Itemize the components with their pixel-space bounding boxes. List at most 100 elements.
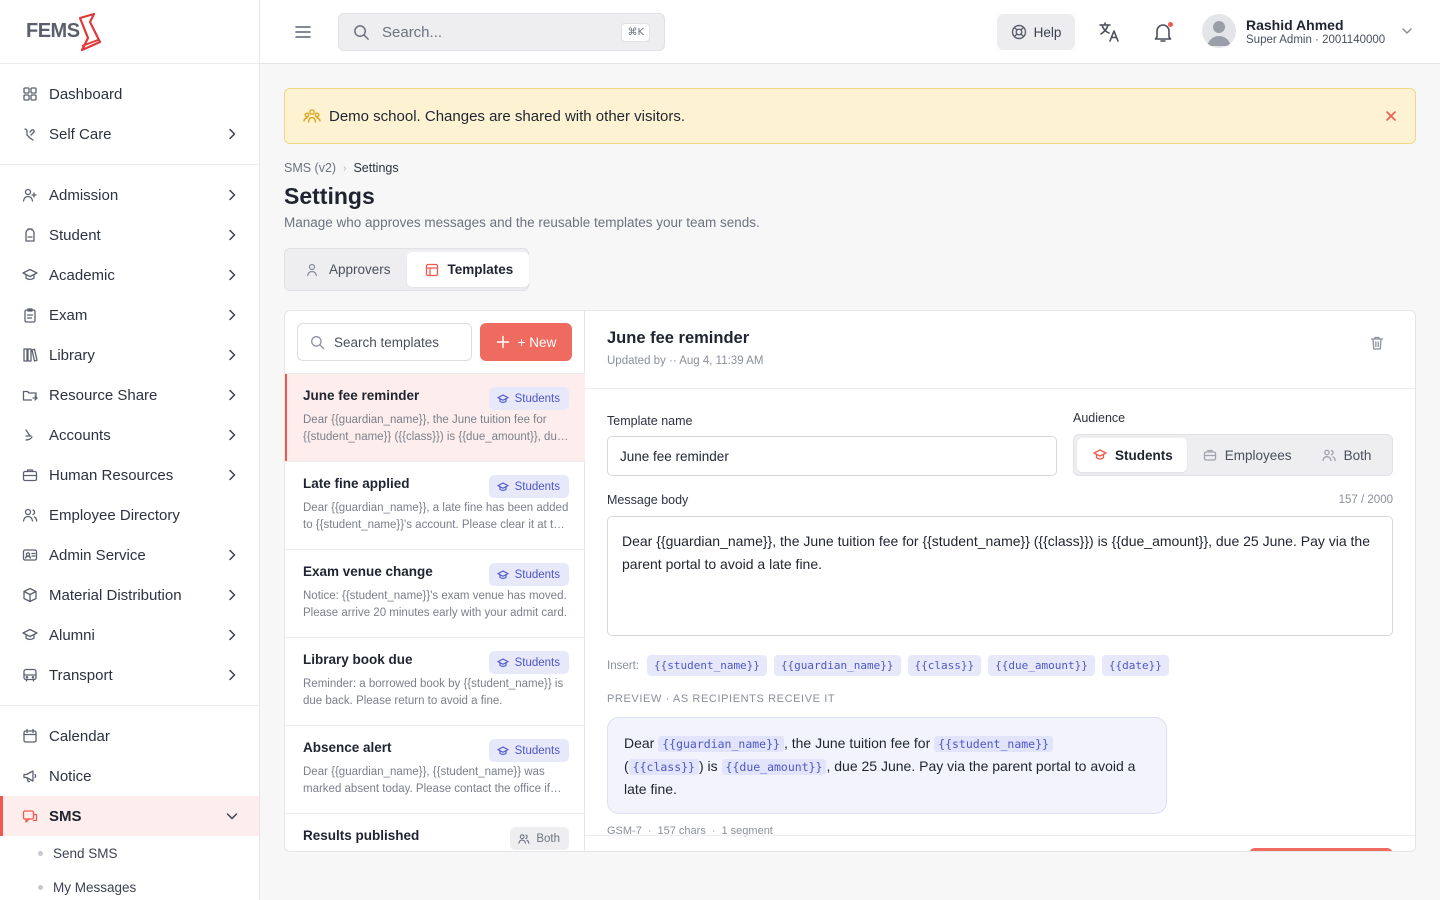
banner-text: Demo school. Changes are shared with oth… [329, 107, 686, 125]
insert-variable-chip[interactable]: {{student_name}} [646, 655, 767, 676]
message-body-textarea[interactable]: Dear {{guardian_name}}, the June tuition… [607, 516, 1393, 636]
template-list-item[interactable]: Results published Both [285, 813, 585, 851]
sidebar-item-sms[interactable]: SMS [0, 796, 259, 836]
people-icon [303, 109, 321, 123]
sidebar-item-resource-share[interactable]: Resource Share [0, 375, 259, 415]
audience-badge: Students [488, 651, 569, 674]
graduation-cap-icon [496, 481, 509, 491]
users-icon [518, 833, 530, 844]
editor-updated: Updated by ·· Aug 4, 11:39 AM [607, 355, 764, 367]
template-list-item[interactable]: June fee reminder Students Dear {{guardian… [285, 373, 585, 461]
preview-variable: {{due_amount}} [721, 759, 827, 775]
sidebar-item-library[interactable]: Library [0, 335, 259, 375]
lifebuoy-icon [1011, 24, 1026, 40]
sidebar-item-human-resources[interactable]: Human Resources [0, 455, 259, 495]
preview-text: , the June tuition fee for [783, 735, 935, 751]
template-list-item[interactable]: Late fine applied Students Dear {{guardian… [285, 461, 585, 549]
audience-both-label: Both [1343, 447, 1372, 463]
graduation-cap-icon [22, 628, 38, 641]
menu-icon[interactable] [294, 23, 312, 41]
sidebar-item-student[interactable]: Student [0, 215, 259, 255]
translate-icon[interactable] [1097, 20, 1121, 44]
sidebar-item-label: Employee Directory [49, 506, 180, 524]
template-list-item[interactable]: Library book due Students Reminder: a borr… [285, 637, 585, 725]
message-icon [22, 810, 38, 823]
insert-variable-chip[interactable]: {{class}} [907, 655, 982, 676]
chevron-right-icon [229, 229, 236, 241]
editor-footer-divider [585, 835, 1415, 836]
audience-badge: Students [488, 475, 569, 498]
audience-badge: Students [488, 387, 569, 410]
sidebar: FEMS Dashboard Self Care Admission Student A… [0, 0, 260, 900]
sidebar-item-admin-service[interactable]: Admin Service [0, 535, 259, 575]
bullet-icon [38, 850, 43, 856]
sidebar-item-material-distribution[interactable]: Material Distribution [0, 575, 259, 615]
preview-text: ) is [698, 758, 722, 774]
tab-approvers[interactable]: Approvers [288, 252, 407, 287]
books-icon [23, 348, 38, 362]
chevron-right-icon [229, 309, 236, 321]
message-preview: Dear {{guardian_name}}, the June tuition… [607, 717, 1167, 814]
close-icon[interactable] [1385, 110, 1397, 122]
sidebar-item-calendar[interactable]: Calendar [0, 716, 259, 756]
insert-variable-chip[interactable]: {{due_amount}} [988, 655, 1095, 676]
help-button[interactable]: Help [997, 14, 1075, 50]
template-icon [425, 263, 438, 276]
sidebar-item-label: Academic [49, 266, 115, 284]
global-search-input[interactable]: Search... ⌘K [338, 13, 665, 51]
sidebar-item-academic[interactable]: Academic [0, 255, 259, 295]
templates-panel: Search templates + New June fee reminder… [284, 310, 1416, 852]
insert-variable-chip[interactable]: {{date}} [1101, 655, 1169, 676]
template-item-preview: Notice: {{student_name}}'s exam venue ha… [303, 590, 567, 619]
sidebar-item-label: Resource Share [49, 386, 158, 404]
avatar [1202, 14, 1236, 48]
audience-badge: Students [488, 563, 569, 586]
nav-group: Admission Student Academic Exam Library Resou… [0, 165, 259, 706]
chevron-right-icon [229, 589, 236, 601]
trash-icon[interactable] [1369, 335, 1385, 351]
graduation-cap-icon [496, 657, 509, 667]
audience-employees[interactable]: Employees [1187, 438, 1306, 472]
audience-both[interactable]: Both [1306, 438, 1386, 472]
sidebar-item-transport[interactable]: Transport [0, 655, 259, 695]
sidebar-item-admission[interactable]: Admission [0, 175, 259, 215]
user-menu[interactable]: Rashid Ahmed Super Admin · 2001140000 [1202, 14, 1413, 48]
graduation-cap-icon [1093, 449, 1107, 460]
breadcrumb-parent[interactable]: SMS (v2) [284, 161, 336, 175]
templates-list-column: Search templates + New June fee reminder… [285, 311, 585, 851]
sidebar-item-alumni[interactable]: Alumni [0, 615, 259, 655]
top-header: Search... ⌘K Help Rashid Ahmed Super Adm… [260, 0, 1440, 64]
audience-students[interactable]: Students [1077, 438, 1187, 472]
sidebar-item-employee-directory[interactable]: Employee Directory [0, 495, 259, 535]
sidebar-item-label: Material Distribution [49, 586, 182, 604]
sidebar-item-label: Accounts [49, 426, 111, 444]
template-item-preview: Dear {{guardian_name}}, a late fine has … [303, 502, 569, 531]
sidebar-subitem-my-messages[interactable]: My Messages [0, 870, 259, 900]
sidebar-item-exam[interactable]: Exam [0, 295, 259, 335]
new-template-button[interactable]: + New [480, 323, 572, 361]
graduation-cap-icon [22, 268, 38, 281]
sidebar-subitem-send-sms[interactable]: Send SMS [0, 836, 259, 870]
templates-search-input[interactable]: Search templates [297, 323, 472, 361]
sidebar-item-label: Self Care [49, 125, 112, 143]
sidebar-item-label: Admin Service [49, 546, 146, 564]
nav-group: Calendar Notice SMS Send SMS My Messages [0, 706, 259, 900]
audience-badge-label: Students [514, 656, 560, 669]
notifications-button[interactable] [1151, 20, 1175, 44]
save-button[interactable] [1249, 848, 1393, 851]
sidebar-item-dashboard[interactable]: Dashboard [0, 74, 259, 114]
template-list-item[interactable]: Exam venue change Students Notice: {{stude… [285, 549, 585, 637]
template-list-item[interactable]: Absence alert Students Dear {{guardian_nam… [285, 725, 585, 813]
chevron-down-icon [1402, 28, 1412, 35]
insert-variable-chip[interactable]: {{guardian_name}} [773, 655, 901, 676]
money-icon [25, 429, 33, 441]
template-name-input[interactable] [607, 436, 1057, 476]
chevron-right-icon [229, 389, 236, 401]
logo[interactable]: FEMS [0, 0, 259, 64]
sidebar-item-notice[interactable]: Notice [0, 756, 259, 796]
page-title: Settings [284, 183, 375, 209]
sidebar-item-self-care[interactable]: Self Care [0, 114, 259, 154]
sidebar-item-accounts[interactable]: Accounts [0, 415, 259, 455]
clipboard-icon [24, 308, 36, 323]
tab-templates[interactable]: Templates [406, 252, 530, 287]
